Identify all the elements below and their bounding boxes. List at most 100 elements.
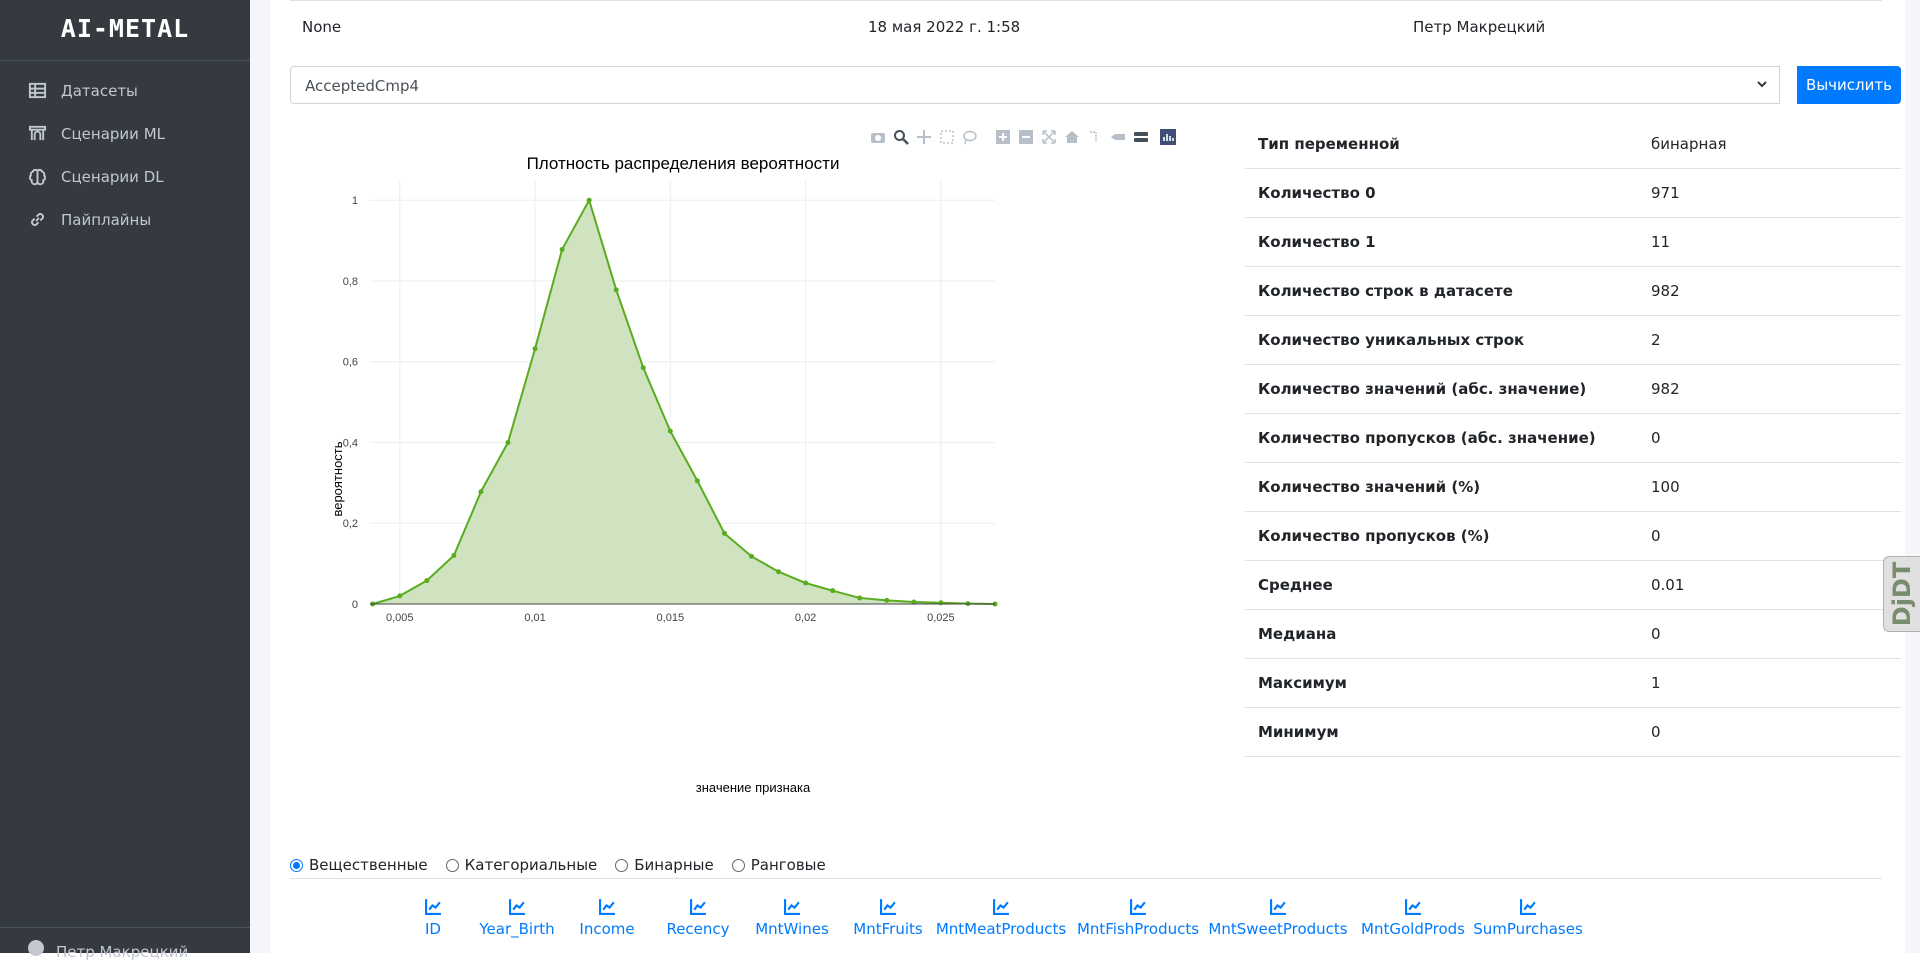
radio-option[interactable]: Категориальные <box>445 856 597 874</box>
radio-option[interactable]: Бинарные <box>615 856 714 874</box>
feature-name: Income <box>579 920 635 938</box>
chart-line-icon <box>1404 899 1421 915</box>
table-icon <box>28 82 47 99</box>
stats-label: Минимум <box>1258 723 1339 741</box>
stats-value: 2 <box>1651 331 1661 349</box>
stats-value: 982 <box>1651 282 1680 300</box>
divider <box>290 878 1882 879</box>
stats-value: бинарная <box>1651 135 1727 153</box>
density-point[interactable] <box>505 439 511 445</box>
stats-value: 100 <box>1651 478 1680 496</box>
feature-type-radios: Вещественные Категориальные Бинарные Рангов… <box>290 856 826 874</box>
feature-list: ID Year_Birth Income Recency MntWines MntFrui… <box>424 898 1900 953</box>
radio-button[interactable] <box>290 858 303 872</box>
radio-button[interactable] <box>615 858 629 872</box>
feature-link[interactable]: SumPurchases <box>1468 898 1588 938</box>
plotly-logo-icon[interactable] <box>1158 127 1177 146</box>
density-point[interactable] <box>424 578 430 584</box>
stats-label: Тип переменной <box>1258 135 1400 153</box>
x-tick-label: 0,025 <box>927 612 955 624</box>
user-avatar-icon <box>28 940 44 956</box>
x-tick-label: 0,005 <box>386 612 414 624</box>
chart-title: Плотность распределения вероятности <box>527 154 840 173</box>
density-point[interactable] <box>397 593 403 599</box>
sidebar-item-ml-scenarios[interactable]: Сценарии ML <box>0 112 250 155</box>
zoom-in-icon[interactable] <box>993 127 1012 146</box>
radio-option[interactable]: Вещественные <box>290 856 428 874</box>
density-point[interactable] <box>884 597 890 603</box>
stats-row: Количество пропусков (%) 0 <box>1245 512 1901 561</box>
density-point[interactable] <box>586 197 592 203</box>
feature-name: Recency <box>666 920 730 938</box>
chart-ylabel: вероятность <box>330 441 345 516</box>
stats-value: 0 <box>1651 429 1661 447</box>
sidebar-item-datasets[interactable]: Датасеты <box>0 69 250 112</box>
feature-link[interactable]: MntFruits <box>828 898 948 938</box>
density-point[interactable] <box>559 246 565 252</box>
density-point[interactable] <box>667 428 673 434</box>
sidebar-item-label: Сценарии DL <box>61 167 164 186</box>
density-point[interactable] <box>613 287 619 293</box>
archway-icon <box>28 125 47 141</box>
box-select-icon[interactable] <box>937 127 956 146</box>
info-none: None <box>302 18 342 36</box>
x-tick-label: 0,02 <box>795 612 816 624</box>
density-point[interactable] <box>478 489 484 495</box>
density-point[interactable] <box>640 365 646 371</box>
radio-option[interactable]: Ранговые <box>731 856 826 874</box>
spike-lines-icon[interactable] <box>1085 127 1104 146</box>
y-tick-label: 0,6 <box>343 357 358 369</box>
y-tick-label: 0 <box>352 599 358 611</box>
autoscale-icon[interactable] <box>1039 127 1058 146</box>
chart-line-icon <box>1129 899 1146 915</box>
stats-row: Тип переменной бинарная <box>1245 120 1901 169</box>
density-point[interactable] <box>532 346 538 352</box>
density-chart: Плотность распределения вероятности знач… <box>290 122 1210 812</box>
hover-closest-icon[interactable] <box>1108 127 1127 146</box>
chevron-down-icon <box>1757 81 1767 88</box>
density-point[interactable] <box>803 580 809 586</box>
camera-icon[interactable] <box>868 127 887 146</box>
density-point[interactable] <box>830 588 836 594</box>
zoom-out-icon[interactable] <box>1016 127 1035 146</box>
y-tick-label: 0,8 <box>343 276 358 288</box>
brand-logo[interactable]: AI-METAL <box>0 0 250 61</box>
lasso-icon[interactable] <box>960 127 979 146</box>
sidebar-item-pipelines[interactable]: Пайплайны <box>0 198 250 241</box>
stats-label: Среднее <box>1258 576 1333 594</box>
debug-toolbar-handle[interactable]: DjDT <box>1883 556 1920 632</box>
density-point[interactable] <box>721 530 727 536</box>
feature-link[interactable]: MntGoldProds <box>1353 898 1473 938</box>
stats-value: 982 <box>1651 380 1680 398</box>
density-point[interactable] <box>748 553 754 559</box>
density-point[interactable] <box>938 600 944 606</box>
feature-link[interactable]: MntFishProducts <box>1077 898 1199 938</box>
density-point[interactable] <box>451 553 457 559</box>
feature-select[interactable]: AcceptedCmp4 <box>290 66 1780 104</box>
compute-button[interactable]: Вычислить <box>1797 66 1901 104</box>
x-tick-label: 0,01 <box>524 612 545 624</box>
feature-link[interactable]: MntSweetProducts <box>1208 898 1348 938</box>
stats-row: Минимум 0 <box>1245 708 1901 757</box>
pan-icon[interactable] <box>914 127 933 146</box>
feature-link[interactable]: MntMeatProducts <box>936 898 1066 938</box>
stats-label: Количество пропусков (абс. значение) <box>1258 429 1596 447</box>
stats-label: Количество значений (%) <box>1258 478 1481 496</box>
sidebar-item-dl-scenarios[interactable]: Сценарии DL <box>0 155 250 198</box>
stats-value: 11 <box>1651 233 1671 251</box>
home-icon[interactable] <box>1062 127 1081 146</box>
density-point[interactable] <box>776 569 782 575</box>
stats-label: Количество 1 <box>1258 233 1376 251</box>
stats-row: Максимум 1 <box>1245 659 1901 708</box>
info-row: None 18 мая 2022 г. 1:58 Петр Макрецкий <box>290 0 1882 53</box>
zoom-icon[interactable] <box>891 127 910 146</box>
user-panel[interactable]: Петр Макрецкий <box>0 927 250 961</box>
hover-compare-icon[interactable] <box>1131 127 1150 146</box>
stats-row: Количество пропусков (абс. значение) 0 <box>1245 414 1901 463</box>
radio-button[interactable] <box>731 858 745 872</box>
chart-line-icon <box>879 899 896 915</box>
radio-button[interactable] <box>445 858 459 872</box>
chart-plot-area[interactable]: Плотность распределения вероятности знач… <box>290 122 1210 812</box>
density-point[interactable] <box>857 595 863 601</box>
density-point[interactable] <box>694 478 700 484</box>
